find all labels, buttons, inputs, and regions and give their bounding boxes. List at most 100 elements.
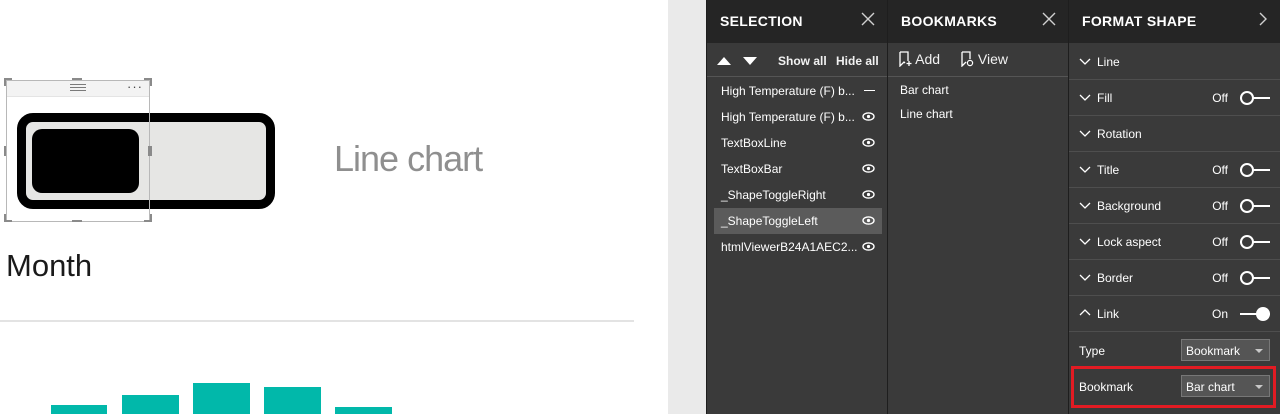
bookmarks-toolbar: Add View xyxy=(888,43,1068,77)
drag-grip-icon[interactable] xyxy=(70,84,86,91)
selection-item-label: htmlViewerB24A1AEC2... xyxy=(721,240,858,254)
canvas-gutter xyxy=(668,0,706,414)
hidden-icon[interactable] xyxy=(864,90,875,91)
section-line[interactable]: Line xyxy=(1069,44,1280,80)
visual-header: ··· xyxy=(7,80,149,97)
resize-handle-nw-v[interactable] xyxy=(4,78,6,86)
selection-item[interactable]: High Temperature (F) b... xyxy=(714,104,882,130)
section-title[interactable]: Title Off xyxy=(1069,152,1280,188)
eye-icon[interactable] xyxy=(862,110,875,123)
chart-bar[interactable] xyxy=(193,383,250,414)
show-all-button[interactable]: Show all xyxy=(778,54,827,68)
close-icon[interactable] xyxy=(861,10,875,30)
section-label: Fill xyxy=(1097,91,1113,105)
chevron-down-icon xyxy=(1079,130,1091,137)
more-options-icon[interactable]: ··· xyxy=(127,80,143,94)
section-link[interactable]: Link On xyxy=(1069,296,1280,332)
resize-handle-sw-v[interactable] xyxy=(4,214,6,222)
background-toggle[interactable] xyxy=(1240,199,1270,213)
chart-bar[interactable] xyxy=(51,405,107,414)
chart-bar[interactable] xyxy=(335,407,392,414)
eye-icon[interactable] xyxy=(862,162,875,175)
resize-handle-s[interactable] xyxy=(72,220,82,222)
visual-selection-frame[interactable]: ··· xyxy=(6,80,150,222)
selection-item-label: TextBoxBar xyxy=(721,162,783,176)
link-toggle[interactable] xyxy=(1240,307,1270,321)
view-bookmark-icon xyxy=(961,51,974,68)
fill-toggle[interactable] xyxy=(1240,91,1270,105)
selection-item[interactable]: TextBoxLine xyxy=(714,130,882,156)
add-bookmark-label: Add xyxy=(915,51,941,67)
bookmark-item[interactable]: Bar chart xyxy=(900,83,949,97)
line-chart-textbox[interactable]: Line chart xyxy=(334,138,483,180)
view-bookmark-label: View xyxy=(977,51,1008,67)
section-rotation[interactable]: Rotation xyxy=(1069,116,1280,152)
type-label: Type xyxy=(1079,344,1106,358)
section-label: Title xyxy=(1097,163,1120,177)
section-label: Rotation xyxy=(1097,127,1142,141)
toggle-state: On xyxy=(1211,307,1228,321)
bookmark-item[interactable]: Line chart xyxy=(900,107,953,121)
chevron-down-icon xyxy=(1079,238,1091,245)
chart-bar[interactable] xyxy=(122,395,179,414)
resize-handle-w[interactable] xyxy=(4,146,6,156)
selection-item[interactable]: htmlViewerB24A1AEC2... xyxy=(714,234,882,260)
chevron-down-icon xyxy=(1079,166,1091,173)
hide-all-button[interactable]: Hide all xyxy=(836,54,879,68)
border-toggle[interactable] xyxy=(1240,271,1270,285)
chevron-down-icon xyxy=(1079,274,1091,281)
section-label: Background xyxy=(1097,199,1162,213)
chevron-down-icon xyxy=(1079,58,1091,65)
chart-bar[interactable] xyxy=(264,387,321,414)
section-lock-aspect[interactable]: Lock aspect Off xyxy=(1069,224,1280,260)
section-label: Line xyxy=(1097,55,1120,69)
send-backward-icon[interactable] xyxy=(743,57,757,65)
section-border[interactable]: Border Off xyxy=(1069,260,1280,296)
selection-item-selected[interactable]: _ShapeToggleLeft xyxy=(714,208,882,234)
chevron-right-icon[interactable] xyxy=(1258,10,1268,30)
selection-item-label: High Temperature (F) b... xyxy=(721,84,855,98)
section-label: Border xyxy=(1097,271,1134,285)
selection-pane-title: SELECTION xyxy=(720,13,803,29)
selection-item[interactable]: TextBoxBar xyxy=(714,156,882,182)
resize-handle-ne-v[interactable] xyxy=(150,78,152,86)
selection-item[interactable]: _ShapeToggleRight xyxy=(714,182,882,208)
section-fill[interactable]: Fill Off xyxy=(1069,80,1280,116)
chevron-down-icon xyxy=(1079,202,1091,209)
eye-icon[interactable] xyxy=(862,188,875,201)
selection-toolbar: Show all Hide all xyxy=(707,43,887,77)
format-pane-title: FORMAT SHAPE xyxy=(1082,13,1197,29)
chevron-up-icon xyxy=(1079,309,1091,316)
resize-handle-e[interactable] xyxy=(148,146,152,156)
toggle-state: Off xyxy=(1212,163,1228,177)
format-pane-header: FORMAT SHAPE xyxy=(1069,0,1280,43)
bring-forward-icon[interactable] xyxy=(717,57,731,65)
selection-item-label: _ShapeToggleRight xyxy=(721,188,826,202)
lock-aspect-toggle[interactable] xyxy=(1240,235,1270,249)
view-bookmarks-button[interactable]: View xyxy=(960,51,1008,68)
resize-handle-se-v[interactable] xyxy=(150,214,152,222)
selection-item-label: TextBoxLine xyxy=(721,136,787,150)
close-icon[interactable] xyxy=(1042,10,1056,30)
eye-icon[interactable] xyxy=(862,214,875,227)
toggle-state: Off xyxy=(1212,235,1228,249)
eye-icon[interactable] xyxy=(862,240,875,253)
bookmarks-pane-header: BOOKMARKS xyxy=(888,0,1068,43)
selection-item-label: High Temperature (F) b... xyxy=(721,110,855,124)
toggle-state: Off xyxy=(1212,91,1228,105)
selection-item-label: _ShapeToggleLeft xyxy=(721,214,818,228)
link-type-dropdown[interactable]: Bookmark xyxy=(1181,339,1270,361)
add-bookmark-button[interactable]: Add xyxy=(898,51,941,68)
section-label: Lock aspect xyxy=(1097,235,1162,249)
bookmarks-pane: BOOKMARKS Add View Bar chart Line chart xyxy=(887,0,1068,414)
section-background[interactable]: Background Off xyxy=(1069,188,1280,224)
toggle-state: Off xyxy=(1212,271,1228,285)
selection-pane: SELECTION Show all Hide all High Tempera… xyxy=(706,0,887,414)
bookmarks-pane-title: BOOKMARKS xyxy=(901,13,998,29)
title-toggle[interactable] xyxy=(1240,163,1270,177)
resize-handle-n[interactable] xyxy=(72,78,82,80)
add-bookmark-icon xyxy=(899,51,912,68)
section-label: Link xyxy=(1097,307,1120,321)
selection-item[interactable]: High Temperature (F) b... xyxy=(714,78,882,104)
eye-icon[interactable] xyxy=(862,136,875,149)
